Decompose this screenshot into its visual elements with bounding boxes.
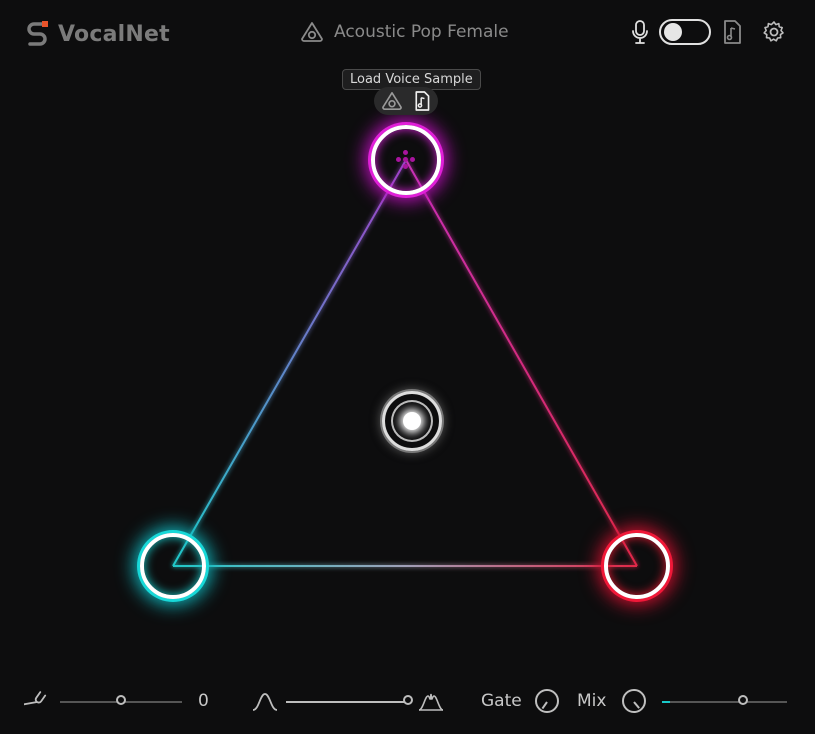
pitch-slider[interactable] (60, 695, 182, 705)
formant-width-slider[interactable] (286, 695, 413, 705)
formant-width-slider-thumb[interactable] (403, 695, 413, 705)
edge-top-right (405, 159, 638, 567)
blend-position-puck[interactable] (382, 391, 442, 451)
load-voice-sample-icon[interactable] (413, 90, 431, 112)
voice-node-top[interactable] (371, 125, 441, 195)
blend-position-dot (403, 412, 421, 430)
mix-label: Mix (577, 691, 607, 711)
mix-slider-fill (662, 701, 670, 703)
mix-knob[interactable] (622, 689, 646, 713)
header-bar: VocalNet Acoustic Pop Female (0, 0, 815, 68)
narrow-formant-icon (252, 693, 278, 711)
mix-slider-thumb[interactable] (738, 695, 749, 705)
vocalnet-logo-icon (27, 21, 48, 46)
preset-name: Acoustic Pop Female (334, 22, 509, 42)
music-file-icon[interactable] (721, 19, 743, 45)
voice-node-right[interactable] (604, 533, 670, 599)
preset-library-icon[interactable] (381, 91, 403, 111)
voice-node-left[interactable] (140, 533, 206, 599)
pitch-slider-thumb[interactable] (116, 695, 126, 705)
gate-knob[interactable] (535, 689, 559, 713)
drag-handle-icon (396, 150, 416, 170)
tuning-fork-icon (24, 691, 47, 706)
preset-selector[interactable]: Acoustic Pop Female (300, 21, 509, 43)
edge-top-left (172, 159, 407, 567)
node-action-bar (374, 87, 438, 115)
pitch-value: 0 (198, 691, 209, 711)
microphone-icon[interactable] (631, 19, 649, 45)
gate-label: Gate (481, 691, 522, 711)
footer-controls: 0 Gate Mix (0, 672, 815, 732)
header-controls (631, 19, 787, 45)
mix-slider[interactable] (662, 695, 787, 705)
wide-formant-icon (418, 693, 444, 711)
app-name: VocalNet (58, 21, 170, 47)
gear-icon[interactable] (761, 19, 787, 45)
toggle-knob (664, 23, 682, 41)
input-mode-toggle[interactable] (659, 19, 711, 45)
preset-library-icon (301, 22, 323, 42)
app-logo: VocalNet (26, 20, 170, 48)
